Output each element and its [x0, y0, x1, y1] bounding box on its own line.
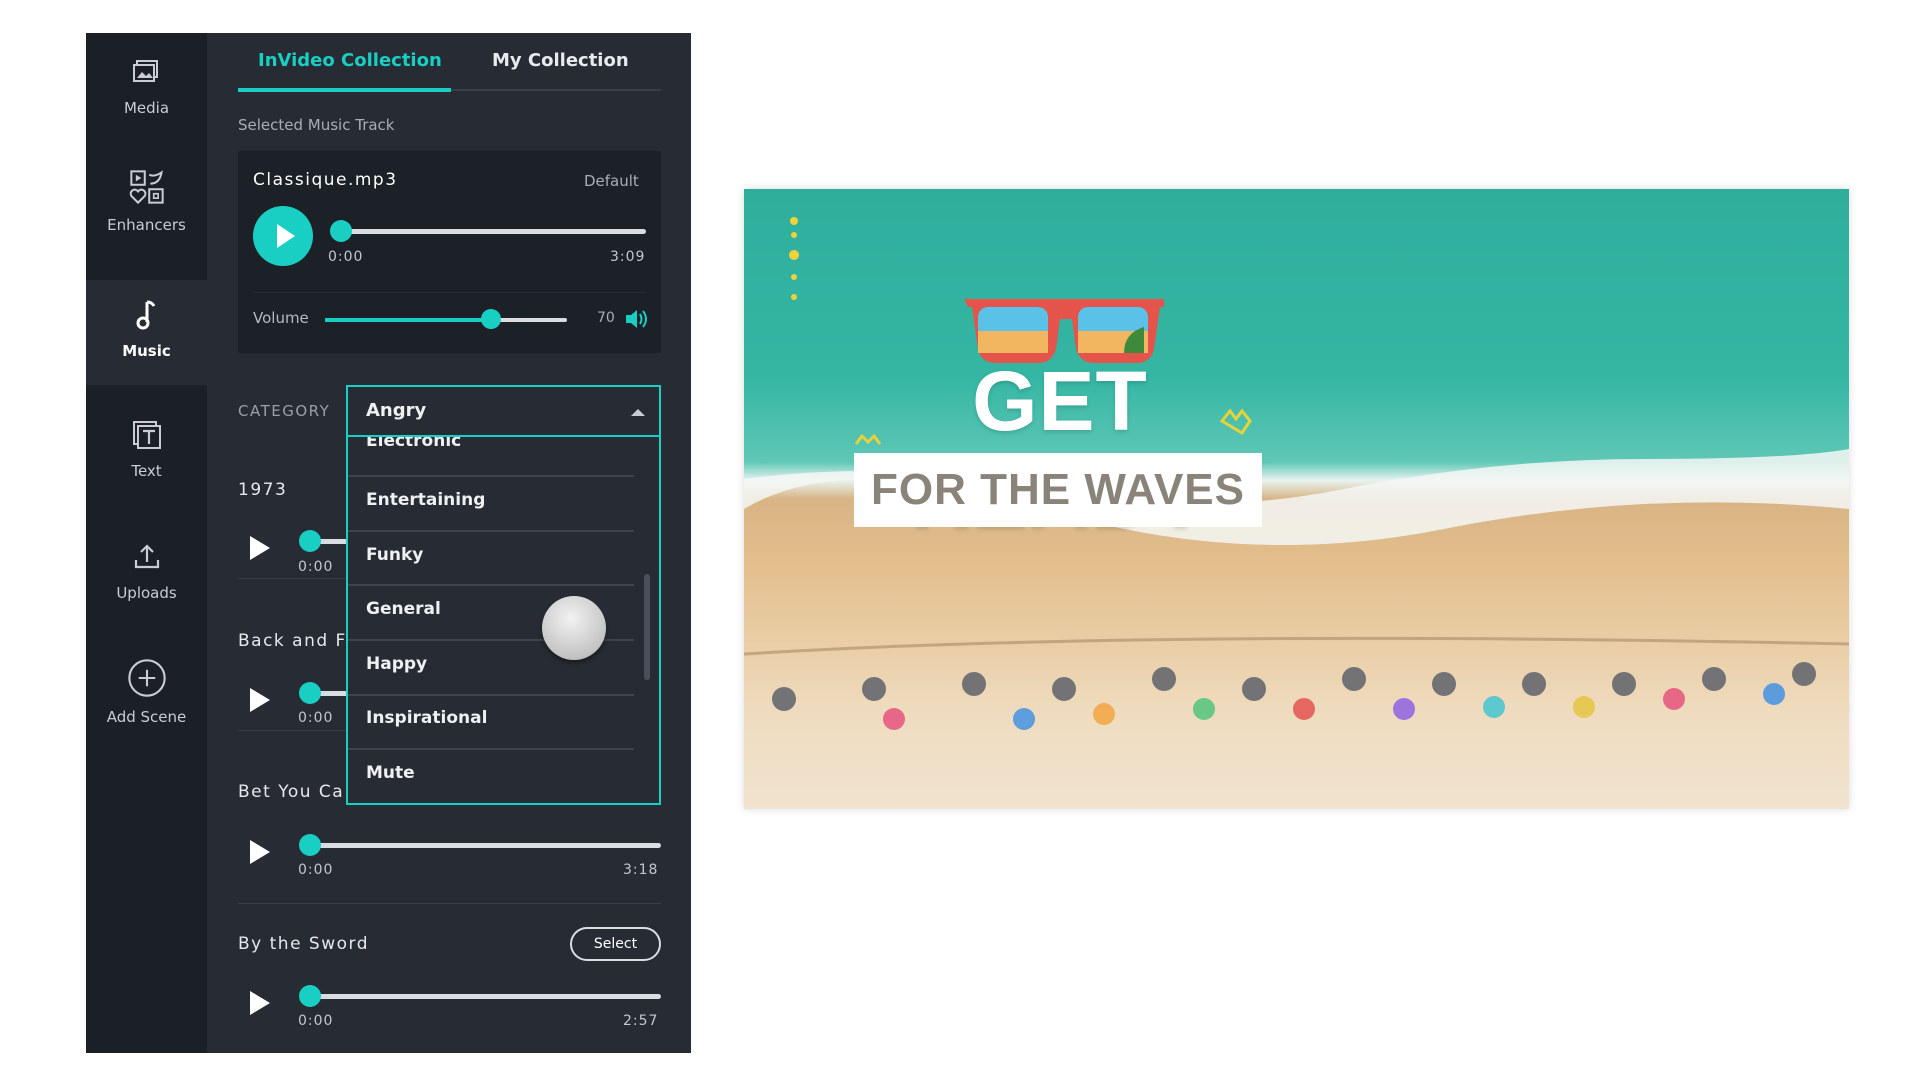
- play-icon[interactable]: [250, 536, 270, 560]
- dropdown-option[interactable]: Entertaining: [366, 490, 485, 510]
- play-icon: [277, 224, 295, 248]
- video-preview[interactable]: GET READY FOR THE WAVES: [744, 189, 1849, 809]
- dropdown-option[interactable]: Inspirational: [366, 708, 487, 728]
- divider: [238, 903, 661, 904]
- section-heading: Selected Music Track: [238, 116, 395, 134]
- dropdown-selected-value[interactable]: Angry: [366, 400, 426, 421]
- progress-slider[interactable]: [341, 229, 646, 234]
- media-icon: [132, 60, 158, 82]
- dropdown-option[interactable]: Funky: [366, 545, 423, 565]
- dropdown-option[interactable]: General: [366, 599, 441, 619]
- volume-slider[interactable]: [325, 318, 567, 322]
- volume-label: Volume: [253, 309, 309, 327]
- track-knob[interactable]: [299, 834, 321, 856]
- track-knob[interactable]: [299, 985, 321, 1007]
- volume-knob[interactable]: [481, 309, 501, 329]
- category-label: CATEGORY: [238, 402, 331, 420]
- track-slider[interactable]: [310, 994, 661, 999]
- sidebar-item-enhancers[interactable]: Enhancers: [86, 168, 207, 280]
- play-button[interactable]: [253, 206, 313, 266]
- enhancers-icon: [129, 170, 164, 205]
- track-title: Back and F: [238, 631, 347, 651]
- sidebar-item-uploads[interactable]: Uploads: [86, 540, 207, 630]
- category-dropdown[interactable]: Angry Electronic Entertaining Funky Gene…: [346, 385, 661, 805]
- duration: 2:57: [623, 1013, 659, 1029]
- progress-knob[interactable]: [330, 220, 352, 242]
- option-divider: [348, 475, 634, 477]
- dropdown-option[interactable]: Electronic: [366, 437, 461, 451]
- tab-invideo-collection[interactable]: InVideo Collection: [258, 50, 442, 71]
- subline-box[interactable]: FOR THE WAVES: [854, 453, 1262, 527]
- current-time: 0:00: [298, 862, 334, 878]
- sidebar-label: Media: [123, 99, 170, 117]
- dropdown-scrollbar[interactable]: [644, 574, 650, 680]
- music-icon: [136, 300, 155, 330]
- subline-text: FOR THE WAVES: [871, 465, 1245, 514]
- plus-circle-icon: [127, 659, 166, 697]
- track-knob[interactable]: [299, 682, 321, 704]
- play-icon[interactable]: [250, 991, 270, 1015]
- active-tab-indicator: [238, 88, 451, 92]
- dropdown-list: Electronic Entertaining Funky General Ha…: [348, 437, 659, 803]
- duration: 3:09: [610, 249, 646, 265]
- tab-my-collection[interactable]: My Collection: [492, 50, 629, 71]
- volume-value: 70: [597, 310, 615, 326]
- track-slider[interactable]: [310, 843, 661, 848]
- option-divider: [348, 584, 634, 586]
- track-knob[interactable]: [299, 530, 321, 552]
- option-divider: [348, 694, 634, 696]
- track-title: By the Sword: [238, 934, 370, 954]
- duration: 3:18: [623, 862, 659, 878]
- track-title: Bet You Ca: [238, 782, 345, 802]
- upload-icon: [134, 544, 159, 569]
- current-time: 0:00: [298, 559, 334, 575]
- sidebar-item-add-scene[interactable]: Add Scene: [86, 658, 207, 748]
- sidebar-item-music[interactable]: Music: [86, 280, 207, 385]
- track-title: 1973: [238, 480, 288, 500]
- select-button[interactable]: Select: [570, 927, 661, 961]
- default-badge: Default: [584, 172, 639, 190]
- current-time: 0:00: [298, 710, 334, 726]
- dropdown-option[interactable]: Mute: [366, 763, 415, 783]
- option-divider: [348, 530, 634, 532]
- current-time: 0:00: [298, 1013, 334, 1029]
- current-time: 0:00: [328, 249, 364, 265]
- text-icon: [132, 421, 161, 449]
- play-icon[interactable]: [250, 840, 270, 864]
- divider: [253, 292, 646, 293]
- sidebar-label: Music: [122, 342, 171, 360]
- selected-track-name: Classique.mp3: [253, 170, 398, 190]
- speaker-icon[interactable]: [624, 307, 650, 331]
- sidebar-label: Uploads: [116, 584, 177, 602]
- dropdown-option[interactable]: Happy: [366, 654, 427, 674]
- sidebar-label: Enhancers: [107, 216, 186, 234]
- chevron-up-icon[interactable]: [631, 409, 645, 416]
- play-icon[interactable]: [250, 688, 270, 712]
- sidebar-item-text[interactable]: Text: [86, 418, 207, 508]
- sidebar-label: Text: [131, 462, 162, 480]
- option-divider: [348, 748, 634, 750]
- sidebar-item-media[interactable]: Media: [86, 55, 207, 145]
- sidebar-label: Add Scene: [106, 708, 187, 726]
- cursor-indicator: [542, 596, 606, 660]
